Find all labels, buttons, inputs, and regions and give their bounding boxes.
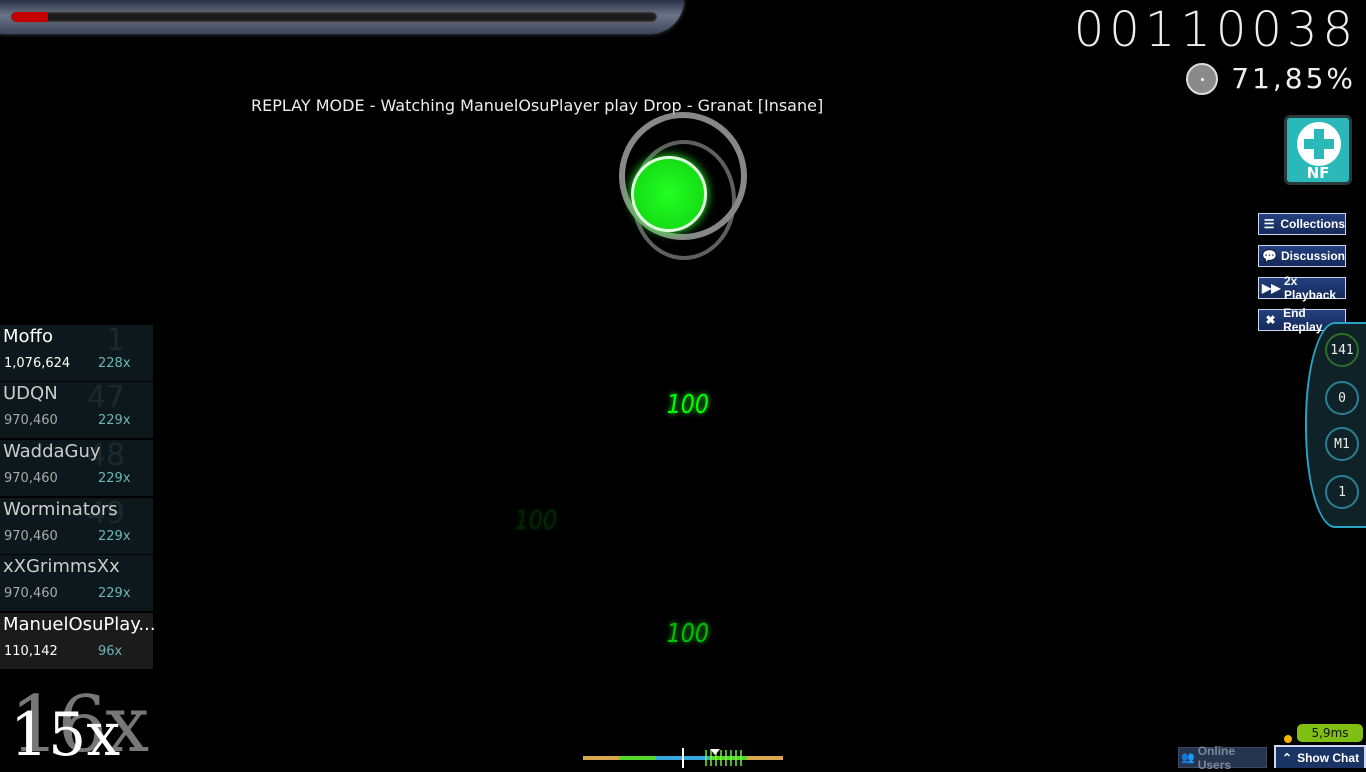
discussion-button[interactable]: 💬 Discussion bbox=[1258, 245, 1346, 267]
fast-forward-icon: ▶▶ bbox=[1262, 281, 1281, 295]
entry-score: 970,460 bbox=[4, 529, 58, 544]
collections-button[interactable]: ☰ Collections bbox=[1258, 213, 1346, 235]
close-icon: ✖ bbox=[1265, 313, 1276, 327]
entry-combo: 229x bbox=[98, 413, 131, 428]
plus-icon bbox=[1297, 122, 1341, 166]
collections-label: Collections bbox=[1280, 217, 1345, 231]
show-chat-label: Show Chat bbox=[1297, 750, 1360, 765]
hit-error-zone-good bbox=[619, 756, 656, 760]
combo-counter: 15x bbox=[10, 700, 121, 770]
leaderboard-entry: xXGrimmsXx 970,460 229x bbox=[0, 555, 153, 612]
entry-player-name: UDQN bbox=[3, 383, 58, 404]
key-counter-m1: M1 bbox=[1325, 427, 1359, 461]
key-counter-k1: 141 bbox=[1325, 333, 1359, 367]
playback-speed-button[interactable]: ▶▶ 2x Playback bbox=[1258, 274, 1346, 302]
list-icon: ☰ bbox=[1263, 217, 1275, 231]
entry-combo: 229x bbox=[98, 586, 131, 601]
entry-player-name: Worminators bbox=[3, 499, 118, 520]
judgement-100-fading: 100 bbox=[514, 506, 557, 536]
accuracy-display: 71,85% bbox=[1231, 62, 1356, 95]
hit-error-average-arrow-icon bbox=[710, 749, 720, 755]
leaderboard-entry-current-player: ManuelOsuPlay... 110,142 96x bbox=[0, 613, 156, 670]
users-icon: 👥 bbox=[1181, 752, 1195, 764]
leaderboard-entry: 47 UDQN 970,460 229x bbox=[0, 380, 153, 439]
score-counter: 00110038 bbox=[1073, 2, 1358, 58]
chevron-up-icon: ⌃ bbox=[1282, 750, 1293, 765]
discussion-label: Discussion bbox=[1280, 249, 1345, 263]
entry-player-name: WaddaGuy bbox=[3, 441, 101, 462]
online-users-label: Online Users bbox=[1197, 743, 1236, 772]
mod-no-fail-icon: NF bbox=[1284, 115, 1352, 185]
leaderboard-entry: 48 WaddaGuy 970,460 229x bbox=[0, 438, 153, 497]
entry-score: 970,460 bbox=[4, 413, 58, 428]
online-users-button[interactable]: 👥 Online Users bbox=[1178, 744, 1267, 772]
hit-error-zone-meh bbox=[583, 756, 619, 760]
judgement-100: 100 bbox=[666, 619, 709, 649]
speech-bubble-icon: 💬 bbox=[1262, 249, 1277, 263]
entry-rank: 1 bbox=[105, 323, 125, 358]
hit-circle[interactable] bbox=[631, 156, 707, 232]
playback-label: 2x Playback bbox=[1284, 274, 1337, 302]
health-bar-fill bbox=[12, 12, 48, 22]
health-bar-track bbox=[10, 11, 658, 23]
connection-status-icon bbox=[1284, 735, 1292, 743]
mod-label: NF bbox=[1306, 164, 1330, 182]
hit-error-zone-meh bbox=[747, 756, 783, 760]
entry-score: 970,460 bbox=[4, 471, 58, 486]
entry-player-name: Moffo bbox=[3, 326, 53, 347]
entry-score: 1,076,624 bbox=[4, 356, 71, 371]
entry-rank: 47 bbox=[86, 380, 125, 415]
hit-error-center-line bbox=[682, 748, 684, 768]
replay-mode-banner: REPLAY MODE - Watching ManuelOsuPlayer p… bbox=[251, 96, 824, 115]
leaderboard-entry: 1 Moffo 1,076,624 228x bbox=[0, 323, 153, 382]
progress-pie-icon bbox=[1186, 63, 1218, 95]
entry-combo: 229x bbox=[98, 529, 131, 544]
key-counter-m2: 1 bbox=[1325, 475, 1359, 509]
leaderboard-entry: 49 Worminators 970,460 229x bbox=[0, 496, 153, 555]
entry-combo: 228x bbox=[98, 356, 131, 371]
entry-combo: 229x bbox=[98, 471, 131, 486]
ping-display: 5,9ms bbox=[1297, 724, 1363, 742]
entry-score: 110,142 bbox=[4, 644, 58, 659]
judgement-100: 100 bbox=[666, 390, 709, 420]
entry-combo: 96x bbox=[98, 644, 123, 659]
entry-player-name: xXGrimmsXx bbox=[3, 556, 120, 577]
key-counter-k2: 0 bbox=[1325, 381, 1359, 415]
entry-player-name: ManuelOsuPlay... bbox=[3, 614, 156, 635]
entry-score: 970,460 bbox=[4, 586, 58, 601]
show-chat-button[interactable]: ⌃ Show Chat bbox=[1274, 745, 1366, 768]
